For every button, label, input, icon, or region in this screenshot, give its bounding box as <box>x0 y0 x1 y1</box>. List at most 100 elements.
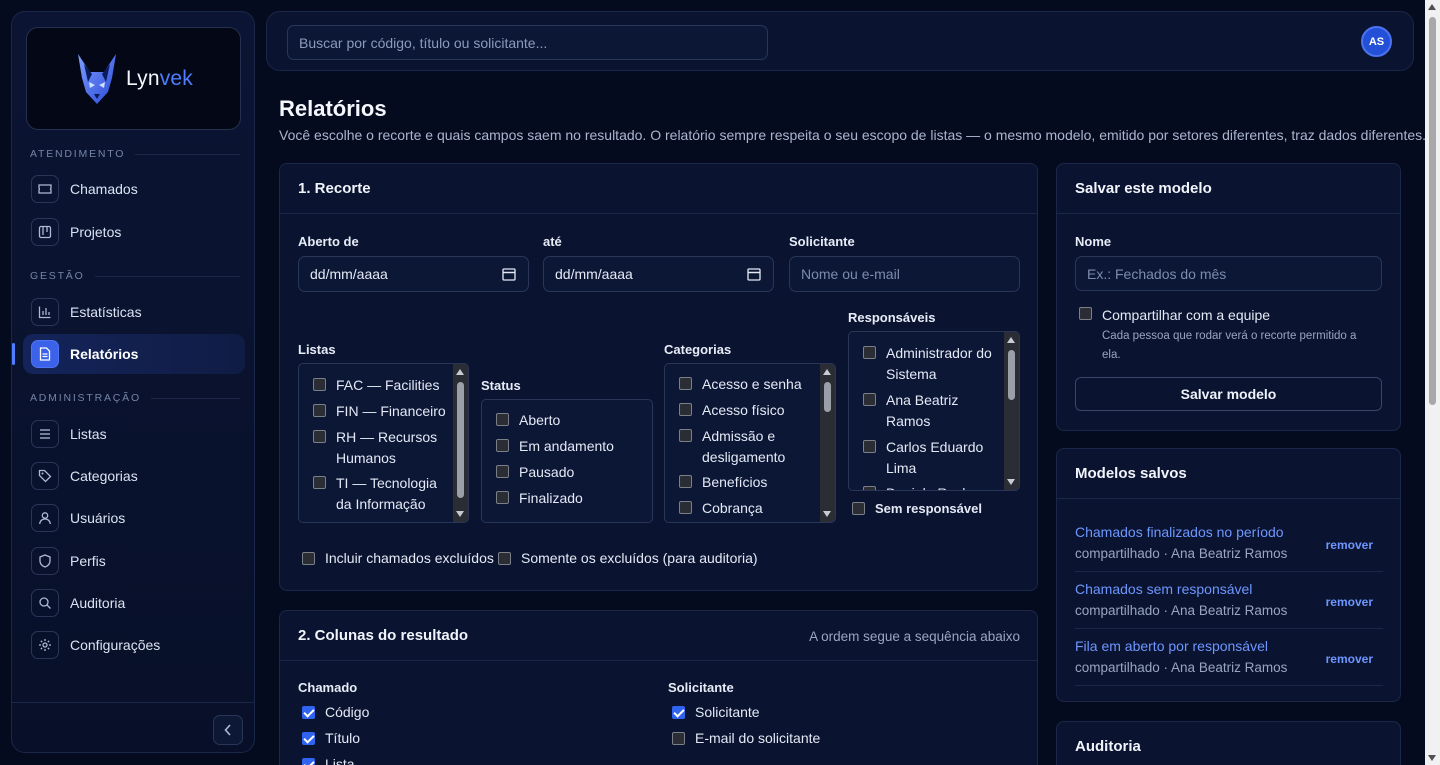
checkbox[interactable] <box>863 393 876 406</box>
nav-item-relatorios[interactable]: Relatórios <box>12 334 245 374</box>
list-item[interactable]: Acesso físico <box>679 400 819 421</box>
checkbox[interactable] <box>313 404 326 417</box>
status-listbox[interactable]: Aberto Em andamento Pausado Finalizado <box>481 399 653 523</box>
list-item[interactable]: Cobrança <box>679 498 819 519</box>
scroll-thumb[interactable] <box>1008 350 1015 400</box>
checkbox[interactable] <box>863 440 876 453</box>
list-item[interactable]: Daniela Rocha <box>863 483 1003 490</box>
scroll-down-arrow-icon[interactable] <box>1428 755 1436 761</box>
nav-item-perfis[interactable]: Perfis <box>23 541 245 581</box>
nav-item-categorias[interactable]: Categorias <box>23 456 245 496</box>
checkbox[interactable] <box>496 465 509 478</box>
listbox-scrollbar[interactable] <box>453 364 468 522</box>
compartilhar-checkbox[interactable]: Compartilhar com a equipe <box>1079 307 1270 323</box>
checkbox[interactable] <box>313 430 326 443</box>
salvar-modelo-button[interactable]: Salvar modelo <box>1075 377 1382 411</box>
scroll-thumb[interactable] <box>457 382 464 498</box>
page-scrollbar[interactable] <box>1425 0 1440 765</box>
scroll-down-arrow-icon[interactable] <box>456 511 464 517</box>
card-title: Auditoria <box>1075 738 1141 755</box>
checkbox[interactable] <box>496 413 509 426</box>
logo[interactable]: Lynvek <box>26 27 241 130</box>
listbox-scrollbar[interactable] <box>1004 332 1019 490</box>
checkbox[interactable] <box>863 346 876 359</box>
nav-item-projetos[interactable]: Projetos <box>23 212 245 252</box>
nav-item-auditoria[interactable]: Auditoria <box>23 583 245 623</box>
checkbox[interactable] <box>496 439 509 452</box>
scroll-up-arrow-icon[interactable] <box>1428 4 1436 10</box>
saved-model-name[interactable]: Chamados finalizados no período <box>1075 524 1284 540</box>
scroll-up-arrow-icon[interactable] <box>1007 337 1015 343</box>
avatar[interactable]: AS <box>1361 26 1392 57</box>
coluna-titulo-checkbox[interactable]: Título <box>302 730 360 746</box>
checkbox[interactable] <box>679 377 692 390</box>
list-item[interactable]: Admissão e desligamento <box>679 426 799 468</box>
checkbox[interactable] <box>679 429 692 442</box>
list-item[interactable]: Benefícios <box>679 472 819 493</box>
sem-responsavel-checkbox[interactable]: Sem responsável <box>852 501 982 516</box>
checkbox[interactable] <box>672 731 685 745</box>
list-item[interactable]: RH — Recursos Humanos <box>313 427 443 469</box>
nav-item-configuracoes[interactable]: Configurações <box>23 625 245 665</box>
scroll-thumb[interactable] <box>1429 17 1436 405</box>
scroll-thumb[interactable] <box>824 382 831 412</box>
calendar-icon[interactable] <box>747 267 761 281</box>
list-item[interactable]: FIN — Financeiro <box>313 401 453 422</box>
checkbox[interactable] <box>679 501 692 514</box>
scroll-up-arrow-icon[interactable] <box>823 369 831 375</box>
scroll-down-arrow-icon[interactable] <box>823 511 831 517</box>
checkbox[interactable] <box>313 378 326 391</box>
checkbox[interactable] <box>679 475 692 488</box>
categorias-listbox[interactable]: Acesso e senha Acesso físico Admissão e … <box>664 363 836 523</box>
list-item[interactable]: Acesso e senha <box>679 374 819 395</box>
nav-item-chamados[interactable]: Chamados <box>23 169 245 209</box>
checkbox[interactable] <box>302 731 315 745</box>
checkbox[interactable] <box>679 403 692 416</box>
coluna-email-checkbox[interactable]: E-mail do solicitante <box>672 730 820 746</box>
nav-item-estatisticas[interactable]: Estatísticas <box>23 292 245 332</box>
coluna-codigo-checkbox[interactable]: Código <box>302 704 369 720</box>
list-item[interactable]: Pausado <box>496 462 574 483</box>
saved-model-name[interactable]: Chamados sem responsável <box>1075 581 1252 597</box>
incluir-excluidos-checkbox[interactable]: Incluir chamados excluídos <box>302 550 494 566</box>
checkbox[interactable] <box>672 705 685 719</box>
remove-model-button[interactable]: remover <box>1326 538 1373 552</box>
saved-model-name[interactable]: Fila em aberto por responsável <box>1075 638 1268 654</box>
checkbox[interactable] <box>313 476 326 489</box>
list-item[interactable]: FAC — Facilities <box>313 375 453 396</box>
solicitante-input[interactable] <box>789 256 1020 292</box>
checkbox[interactable] <box>302 757 315 765</box>
checkbox[interactable] <box>498 551 511 565</box>
scroll-up-arrow-icon[interactable] <box>456 369 464 375</box>
list-item[interactable]: Finalizado <box>496 488 583 509</box>
list-item[interactable]: Em andamento <box>496 436 614 457</box>
coluna-solicitante-checkbox[interactable]: Solicitante <box>672 704 760 720</box>
list-item[interactable]: TI — Tecnologia da Informação <box>313 473 443 515</box>
list-item[interactable]: Aberto <box>496 410 560 431</box>
search-input[interactable] <box>287 25 768 60</box>
listas-listbox[interactable]: FAC — Facilities FIN — Financeiro RH — R… <box>298 363 469 523</box>
scroll-down-arrow-icon[interactable] <box>1007 479 1015 485</box>
checkbox[interactable] <box>863 486 876 490</box>
checkbox[interactable] <box>302 705 315 719</box>
remove-model-button[interactable]: remover <box>1326 652 1373 666</box>
nav-item-listas[interactable]: Listas <box>23 414 245 454</box>
calendar-icon[interactable] <box>502 267 516 281</box>
coluna-lista-checkbox[interactable]: Lista <box>302 756 355 765</box>
nav-item-usuarios[interactable]: Usuários <box>23 498 245 538</box>
remove-model-button[interactable]: remover <box>1326 595 1373 609</box>
checkbox[interactable] <box>496 491 509 504</box>
list-item[interactable]: Administrador do Sistema <box>863 343 1003 385</box>
checkbox[interactable] <box>302 551 315 565</box>
nome-input[interactable] <box>1075 256 1382 291</box>
list-item[interactable]: Carlos Eduardo Lima <box>863 437 1003 479</box>
aberto-de-date-input[interactable]: dd/mm/aaaa <box>298 256 529 292</box>
ate-date-input[interactable]: dd/mm/aaaa <box>543 256 774 292</box>
list-item[interactable]: Ana Beatriz Ramos <box>863 390 973 432</box>
somente-excluidos-checkbox[interactable]: Somente os excluídos (para auditoria) <box>498 550 758 566</box>
checkbox[interactable] <box>852 502 865 515</box>
collapse-sidebar-button[interactable] <box>213 715 243 745</box>
checkbox[interactable] <box>1079 307 1092 320</box>
responsaveis-listbox[interactable]: Administrador do Sistema Ana Beatriz Ram… <box>848 331 1020 491</box>
listbox-scrollbar[interactable] <box>820 364 835 522</box>
